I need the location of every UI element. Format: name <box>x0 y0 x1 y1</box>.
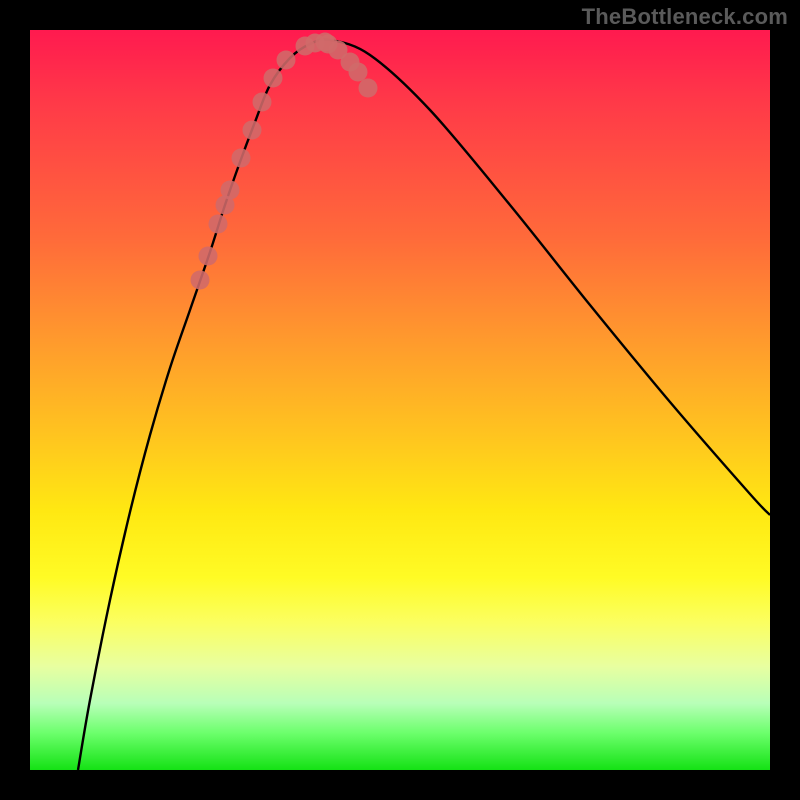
marker-dot <box>232 149 251 168</box>
plot-area <box>30 30 770 770</box>
curve-markers <box>191 33 378 290</box>
marker-dot <box>221 181 240 200</box>
watermark-text: TheBottleneck.com <box>582 4 788 30</box>
marker-dot <box>277 51 296 70</box>
chart-frame: TheBottleneck.com <box>0 0 800 800</box>
marker-dot <box>349 63 368 82</box>
marker-dot <box>191 271 210 290</box>
marker-dot <box>359 79 378 98</box>
marker-dot <box>243 121 262 140</box>
bottleneck-curve <box>78 39 770 770</box>
marker-dot <box>253 93 272 112</box>
marker-dot <box>264 69 283 88</box>
marker-dot <box>209 215 228 234</box>
chart-svg <box>30 30 770 770</box>
marker-dot <box>199 247 218 266</box>
